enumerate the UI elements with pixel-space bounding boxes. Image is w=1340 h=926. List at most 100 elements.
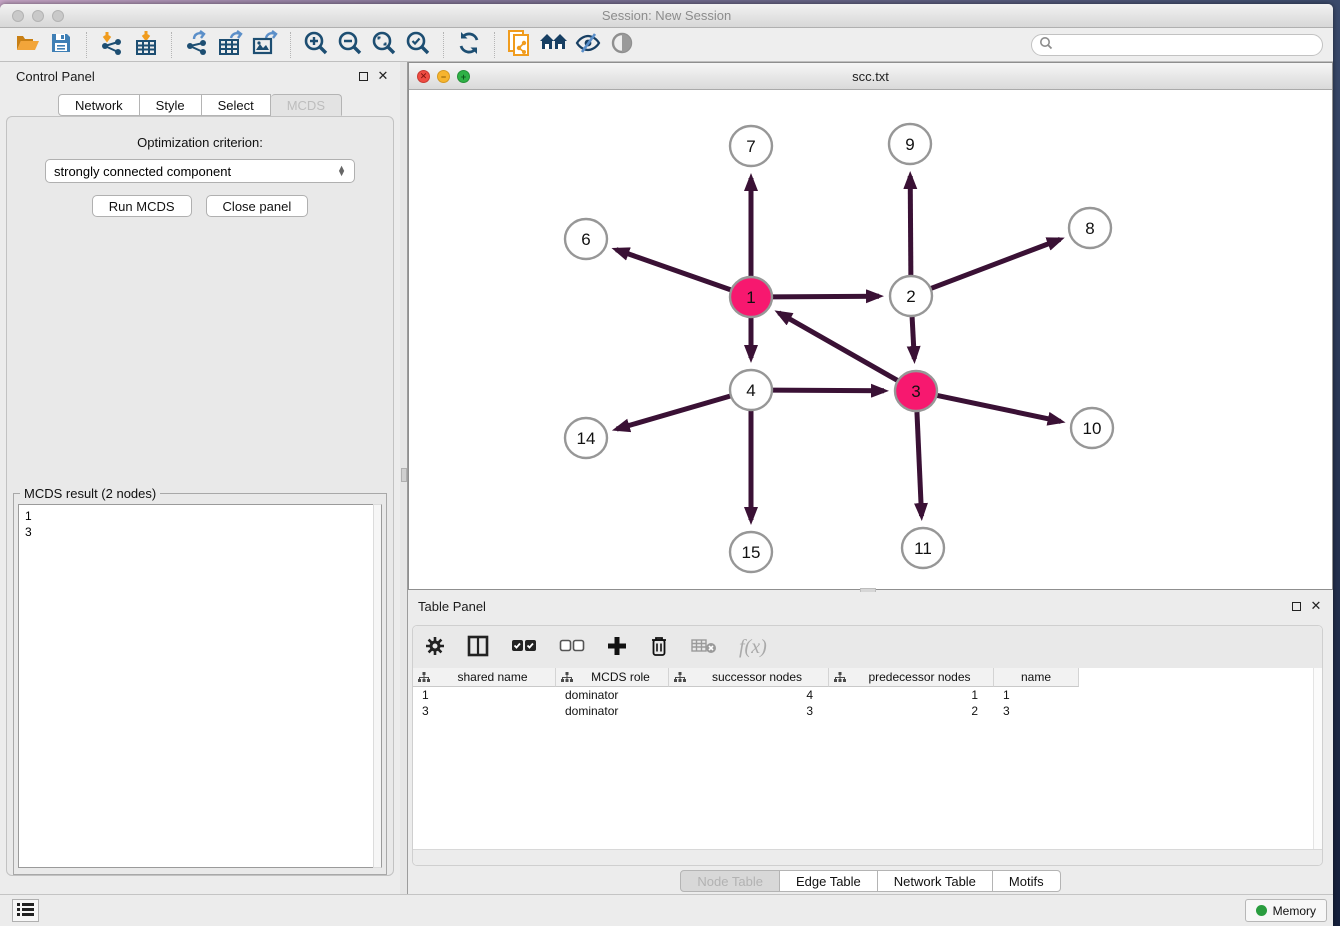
graph-node-9[interactable]: 9 (889, 124, 931, 164)
graph-node-8[interactable]: 8 (1069, 208, 1111, 248)
mcds-panel: Optimization criterion: strongly connect… (6, 116, 394, 876)
svg-text:2: 2 (906, 287, 915, 306)
trash-icon (649, 635, 669, 660)
table-close-button[interactable]: ✕ (1309, 599, 1323, 613)
delete-column-button[interactable] (649, 632, 669, 662)
graph-node-4[interactable]: 4 (730, 370, 772, 410)
tab-node-table[interactable]: Node Table (680, 870, 780, 892)
optimization-criterion-dropdown[interactable]: strongly connected component ▲▼ (45, 159, 355, 183)
plus-icon (607, 636, 627, 659)
search-input[interactable] (1054, 36, 1322, 54)
show-panels-button[interactable] (605, 30, 639, 60)
graph-node-14[interactable]: 14 (565, 418, 607, 458)
import-table-button[interactable] (129, 30, 163, 60)
houses-button[interactable] (537, 30, 571, 60)
table-settings-button[interactable] (425, 632, 445, 662)
edge-1-to-2[interactable] (772, 296, 879, 297)
table-float-button[interactable] (1289, 599, 1303, 613)
graph-node-6[interactable]: 6 (565, 219, 607, 259)
fx-icon: f(x) (739, 636, 767, 659)
table-row[interactable]: 1dominator411 (413, 687, 1322, 703)
export-table-button[interactable] (214, 30, 248, 60)
edge-3-to-1[interactable] (779, 313, 898, 381)
graph-node-3[interactable]: 3 (895, 371, 937, 411)
search-field[interactable] (1031, 34, 1323, 56)
graph-node-11[interactable]: 11 (902, 528, 944, 568)
edge-2-to-9[interactable] (910, 176, 911, 275)
float-panel-button[interactable] (356, 69, 370, 83)
svg-text:8: 8 (1085, 219, 1094, 238)
column-header-MCDS-role[interactable]: MCDS role (556, 668, 669, 687)
memory-button[interactable]: Memory (1245, 899, 1327, 922)
title-bar: Session: New Session (0, 4, 1333, 28)
mcds-result-text[interactable]: 1 3 (18, 504, 382, 868)
edge-3-to-11[interactable] (917, 412, 922, 516)
export-network-button[interactable] (180, 30, 214, 60)
import-network-button[interactable] (95, 30, 129, 60)
graph-node-2[interactable]: 2 (890, 276, 932, 316)
zoom-fit-button[interactable] (367, 30, 401, 60)
edge-3-to-10[interactable] (937, 395, 1061, 421)
close-icon: ✕ (1311, 598, 1322, 614)
hierarchy-icon (674, 672, 686, 683)
show-task-history-button[interactable] (12, 899, 39, 922)
splitter-grip[interactable] (401, 468, 407, 482)
zoom-in-button[interactable] (299, 30, 333, 60)
zoom-out-button[interactable] (333, 30, 367, 60)
run-mcds-button[interactable]: Run MCDS (92, 195, 192, 217)
tab-motifs[interactable]: Motifs (993, 870, 1061, 892)
column-header-predecessor-nodes[interactable]: predecessor nodes (829, 668, 994, 687)
tab-edge-table[interactable]: Edge Table (780, 870, 878, 892)
add-column-button[interactable] (607, 632, 627, 662)
svg-text:9: 9 (905, 135, 914, 154)
hide-panels-button[interactable] (571, 30, 605, 60)
svg-text:11: 11 (914, 539, 932, 558)
open-session-button[interactable] (10, 30, 44, 60)
gear-icon (425, 636, 445, 659)
new-network-from-selection-button[interactable] (503, 30, 537, 60)
result-scrollbar[interactable] (373, 504, 382, 868)
eye-icon (609, 31, 635, 58)
column-header-shared-name[interactable]: shared name (413, 668, 556, 687)
zoom-fit-icon (371, 30, 397, 59)
zoom-selected-button[interactable] (401, 30, 435, 60)
edge-2-to-3[interactable] (912, 317, 914, 359)
column-header-successor-nodes[interactable]: successor nodes (669, 668, 829, 687)
column-header-name[interactable]: name (994, 668, 1079, 687)
graph-node-10[interactable]: 10 (1071, 408, 1113, 448)
edge-1-to-6[interactable] (616, 250, 731, 290)
toolbar-separator (290, 32, 291, 58)
vertical-splitter[interactable] (400, 62, 408, 894)
tab-select[interactable]: Select (202, 94, 271, 116)
houses-icon (539, 31, 569, 58)
toolbar-separator (443, 32, 444, 58)
close-panel-action-button[interactable]: Close panel (206, 195, 309, 217)
memory-label: Memory (1273, 904, 1316, 918)
node-table: shared nameMCDS rolesuccessor nodesprede… (413, 668, 1322, 849)
tab-mcds[interactable]: MCDS (271, 94, 342, 116)
network-title: scc.txt (409, 69, 1332, 84)
cell-predecessor-nodes: 2 (829, 703, 994, 719)
refresh-button[interactable] (452, 30, 486, 60)
network-canvas[interactable]: 7 9 6 8 1 2 4 3 14 10 15 11 (409, 90, 1332, 589)
edge-4-to-3[interactable] (772, 390, 884, 391)
split-view-button[interactable] (467, 632, 489, 662)
graph-node-15[interactable]: 15 (730, 532, 772, 572)
save-session-button[interactable] (44, 30, 78, 60)
close-panel-button[interactable]: ✕ (376, 69, 390, 83)
svg-text:14: 14 (577, 429, 596, 448)
graph-node-1[interactable]: 1 (730, 277, 772, 317)
deselect-all-columns-button[interactable] (559, 632, 585, 662)
export-image-button[interactable] (248, 30, 282, 60)
edge-4-to-14[interactable] (617, 396, 731, 429)
tab-network[interactable]: Network (58, 94, 140, 116)
tab-style[interactable]: Style (140, 94, 202, 116)
graph-node-7[interactable]: 7 (730, 126, 772, 166)
table-scrollbar[interactable] (1313, 668, 1322, 849)
tab-network-table[interactable]: Network Table (878, 870, 993, 892)
table-row[interactable]: 3dominator323 (413, 703, 1322, 719)
select-all-columns-button[interactable] (511, 632, 537, 662)
toolbar-separator (171, 32, 172, 58)
edge-2-to-8[interactable] (931, 239, 1060, 288)
split-columns-icon (467, 635, 489, 660)
